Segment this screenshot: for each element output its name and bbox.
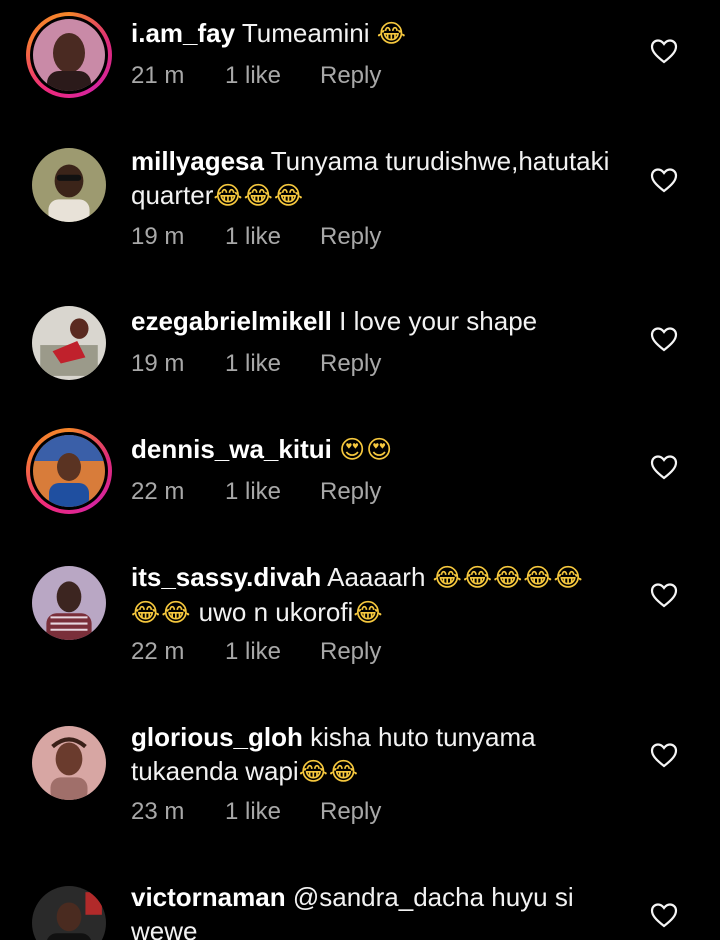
- heart-outline-icon[interactable]: [650, 582, 678, 608]
- heart-outline-icon[interactable]: [650, 38, 678, 64]
- avatar-wrapper[interactable]: [26, 300, 112, 386]
- comment-like-count[interactable]: 1 like: [225, 350, 320, 378]
- comment-item: glorious_gloh kisha huto tunyama tukaend…: [0, 710, 720, 870]
- reply-button[interactable]: Reply: [320, 798, 381, 826]
- face-with-tears-of-joy-icon: 😂😂: [298, 757, 360, 786]
- comment-like-count[interactable]: 1 like: [225, 223, 320, 251]
- comment-text-continued: uwo n ukorofi: [198, 597, 354, 627]
- reply-button[interactable]: Reply: [320, 350, 381, 378]
- face-with-tears-of-joy-icon: 😂: [353, 598, 384, 627]
- reply-button[interactable]: Reply: [320, 478, 381, 506]
- comment-timestamp: 23 m: [131, 798, 185, 825]
- comment-item: millyagesa Tunyama turudishwe,hatutaki q…: [0, 130, 720, 290]
- face-with-tears-of-joy-icon: 😂: [376, 19, 407, 48]
- reply-button[interactable]: Reply: [320, 62, 381, 90]
- comment-item: victornaman @sandra_dacha huyu si wewe: [0, 870, 720, 940]
- comment-like-count[interactable]: 1 like: [225, 638, 320, 666]
- smiling-face-with-heart-eyes-icon: 😍😍: [339, 435, 394, 464]
- face-with-tears-of-joy-icon: 😂😂😂😂😂: [432, 563, 584, 592]
- comment-text: I love your shape: [339, 306, 538, 336]
- avatar: [32, 566, 106, 640]
- comment-timestamp: 22 m: [131, 478, 185, 505]
- avatar: [33, 435, 105, 507]
- reply-button[interactable]: Reply: [320, 223, 381, 251]
- comment-like-count[interactable]: 1 like: [225, 798, 320, 826]
- avatar-wrapper[interactable]: [26, 880, 112, 940]
- comment-text: Tumeamini: [241, 18, 370, 48]
- avatar: [33, 19, 105, 91]
- comment-username[interactable]: victornaman: [131, 882, 286, 912]
- comment-username[interactable]: millyagesa: [131, 146, 264, 176]
- comment-item: dennis_wa_kitui 😍😍 22 m 1 like Reply: [0, 420, 720, 550]
- comment-text: Aaaaarh: [327, 562, 426, 592]
- comment-like-count[interactable]: 1 like: [225, 62, 320, 90]
- comment-timestamp: 19 m: [131, 223, 185, 250]
- comment-item: ezegabrielmikell I love your shape 19 m …: [0, 290, 720, 420]
- comment-timestamp: 22 m: [131, 638, 185, 665]
- comment-timestamp: 19 m: [131, 350, 185, 377]
- avatar: [32, 726, 106, 800]
- avatar-wrapper[interactable]: [26, 720, 112, 806]
- reply-button[interactable]: Reply: [320, 638, 381, 666]
- comment-username[interactable]: its_sassy.divah: [131, 562, 321, 592]
- heart-outline-icon[interactable]: [650, 902, 678, 928]
- heart-outline-icon[interactable]: [650, 742, 678, 768]
- avatar: [32, 886, 106, 940]
- comment-username[interactable]: i.am_fay: [131, 18, 235, 48]
- comment-username[interactable]: glorious_gloh: [131, 722, 303, 752]
- comment-item: i.am_fay Tumeamini 😂 21 m 1 like Reply: [0, 0, 720, 130]
- face-with-tears-of-joy-icon: 😂😂: [131, 598, 192, 627]
- heart-outline-icon[interactable]: [650, 326, 678, 352]
- comments-list: i.am_fay Tumeamini 😂 21 m 1 like Reply m…: [0, 0, 720, 940]
- comment-item: its_sassy.divah Aaaaarh 😂😂😂😂😂 😂😂 uwo n u…: [0, 550, 720, 710]
- heart-outline-icon[interactable]: [650, 454, 678, 480]
- comment-username[interactable]: dennis_wa_kitui: [131, 434, 332, 464]
- heart-outline-icon[interactable]: [650, 167, 678, 193]
- avatar-story-ring[interactable]: [26, 428, 112, 514]
- avatar: [32, 306, 106, 380]
- comment-username[interactable]: ezegabrielmikell: [131, 306, 332, 336]
- avatar-wrapper[interactable]: [26, 560, 112, 646]
- avatar: [32, 148, 106, 222]
- avatar-wrapper[interactable]: [26, 142, 112, 228]
- comment-like-count[interactable]: 1 like: [225, 478, 320, 506]
- avatar-story-ring[interactable]: [26, 12, 112, 98]
- comment-timestamp: 21 m: [131, 62, 185, 89]
- face-with-tears-of-joy-icon: 😂😂😂: [213, 181, 305, 210]
